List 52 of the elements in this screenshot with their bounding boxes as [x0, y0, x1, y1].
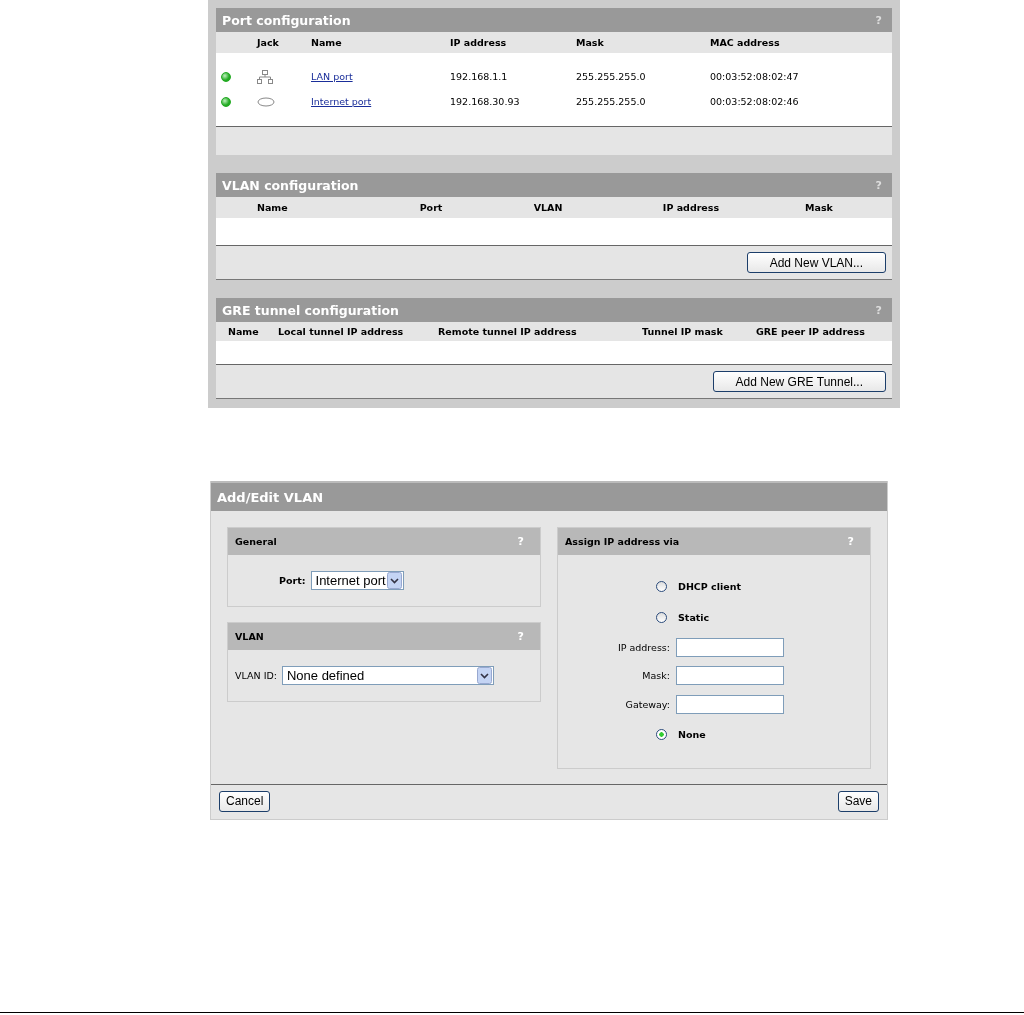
- column-header: MAC address: [710, 37, 781, 48]
- column-header: Name: [311, 37, 343, 48]
- group-title: VLAN: [235, 631, 264, 642]
- field-label: IP address:: [616, 641, 670, 653]
- table-cell-text: 192.168.30.93: [450, 96, 521, 107]
- section-title: GRE tunnel configuration: [222, 302, 399, 318]
- field-label: VLAN ID:: [235, 670, 277, 681]
- dropdown[interactable]: None defined: [281, 666, 494, 685]
- column-header: Name: [228, 326, 260, 337]
- table-cell-text: 00:03:52:08:02:46: [710, 96, 800, 107]
- input-field[interactable]: [676, 694, 784, 714]
- column-header: Remote tunnel IP address: [438, 326, 578, 337]
- column-header: IP address: [450, 37, 508, 48]
- column-header: Jack: [257, 37, 280, 48]
- column-header: IP address: [661, 202, 721, 213]
- column-header: Name: [256, 202, 289, 213]
- input-field[interactable]: [676, 637, 784, 657]
- table-cell-text: 255.255.255.0: [576, 71, 647, 82]
- radio-button[interactable]: [656, 581, 667, 592]
- column-header: GRE peer IP address: [756, 326, 866, 337]
- column-header: Mask: [804, 202, 834, 213]
- dropdown[interactable]: Internet port: [310, 571, 404, 590]
- column-header: Mask: [576, 37, 605, 48]
- radio-button[interactable]: [656, 728, 667, 740]
- column-header: Tunnel IP mask: [642, 326, 724, 337]
- network-icon: [257, 69, 273, 84]
- field-label: Port:: [279, 575, 306, 586]
- section-title: VLAN configuration: [222, 177, 359, 193]
- port-link[interactable]: Internet port: [311, 96, 450, 107]
- cancel-button[interactable]: Cancel: [219, 790, 271, 812]
- group-title: General: [235, 536, 277, 547]
- table-cell-text: 192.168.1.1: [450, 71, 509, 82]
- column-header: VLAN: [532, 202, 564, 213]
- cloud-icon: [257, 96, 275, 107]
- column-header: Port: [418, 202, 444, 213]
- field-label: Gateway:: [624, 698, 670, 710]
- table-cell-text: 00:03:52:08:02:47: [710, 71, 800, 82]
- add-button[interactable]: Add New GRE Tunnel...: [712, 371, 886, 392]
- dialog-title: Add/Edit VLAN: [211, 481, 887, 511]
- radio-button[interactable]: [656, 612, 667, 623]
- column-header: Local tunnel IP address: [278, 326, 405, 337]
- input-field[interactable]: [676, 666, 784, 686]
- radio-label: DHCP client: [678, 581, 741, 592]
- section-title: Port configuration: [222, 12, 351, 28]
- table-cell-text: 255.255.255.0: [576, 96, 647, 107]
- field-label: Mask:: [641, 670, 670, 682]
- group-title: Assign IP address via: [565, 536, 680, 547]
- port-link[interactable]: LAN port: [311, 71, 450, 82]
- add-button[interactable]: Add New VLAN...: [746, 252, 886, 273]
- radio-label: None: [678, 728, 706, 740]
- radio-label: Static: [678, 612, 710, 623]
- save-button[interactable]: Save: [837, 790, 879, 812]
